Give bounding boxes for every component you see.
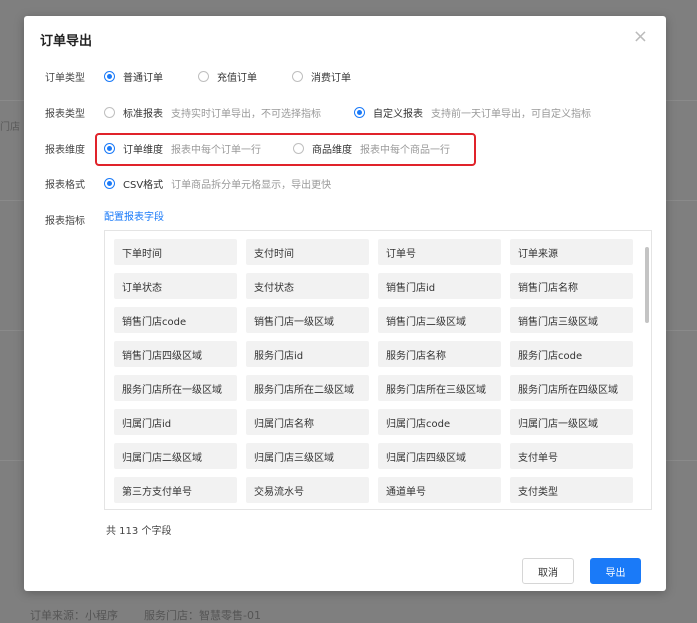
background-order-info: 订单来源：小程序 服务门店：智慧零售-01 bbox=[30, 607, 261, 623]
field-chip: 销售门店code bbox=[114, 307, 237, 333]
report-format-label: 报表格式 bbox=[45, 179, 85, 191]
radio-label: 自定义报表 bbox=[373, 108, 423, 120]
field-chip: 服务门店id bbox=[246, 341, 369, 367]
fields-scrollbar[interactable] bbox=[645, 247, 649, 323]
field-chip: 下单时间 bbox=[114, 239, 237, 265]
field-chip: 归属门店三级区域 bbox=[246, 443, 369, 469]
field-chip: 归属门店名称 bbox=[246, 409, 369, 435]
radio-normal-order[interactable]: 普通订单 bbox=[104, 69, 163, 84]
report-dimension-row: 报表维度 订单维度 报表中每个订单一行 商品维度 报表中每个商品一行 bbox=[24, 138, 666, 158]
radio-hint: 报表中每个商品一行 bbox=[360, 144, 450, 156]
field-chip: 服务门店名称 bbox=[378, 341, 501, 367]
report-dimension-label: 报表维度 bbox=[45, 144, 85, 156]
order-type-label: 订单类型 bbox=[45, 72, 85, 84]
dialog-title: 订单导出 bbox=[40, 34, 93, 49]
report-type-label: 报表类型 bbox=[45, 108, 85, 120]
field-chip: 服务门店所在四级区域 bbox=[510, 375, 633, 401]
radio-label: 普通订单 bbox=[123, 72, 163, 84]
field-chip: 支付单号 bbox=[510, 443, 633, 469]
field-chip: 订单号 bbox=[378, 239, 501, 265]
radio-label: 商品维度 bbox=[312, 144, 352, 156]
radio-unchecked-icon bbox=[293, 142, 304, 154]
fields-list-panel[interactable]: 下单时间 支付时间 订单号 订单来源订单状态 支付状态 销售门店id 销售门店名称销售门店c… bbox=[104, 230, 652, 510]
report-metrics-label: 报表指标 bbox=[45, 215, 85, 227]
field-chip: 订单状态 bbox=[114, 273, 237, 299]
field-chip: 归属门店四级区域 bbox=[378, 443, 501, 469]
radio-label: 充值订单 bbox=[217, 72, 257, 84]
radio-unchecked-icon bbox=[292, 70, 303, 82]
radio-checked-icon bbox=[104, 70, 115, 82]
radio-label: 标准报表 bbox=[123, 108, 163, 120]
total-fields-count: 共 113 个字段 bbox=[106, 526, 172, 537]
field-chip: 服务门店所在二级区域 bbox=[246, 375, 369, 401]
radio-custom-report[interactable]: 自定义报表 支持前一天订单导出，可自定义指标 bbox=[354, 105, 591, 120]
field-chip: 归属门店一级区域 bbox=[510, 409, 633, 435]
report-type-row: 报表类型 标准报表 支持实时订单导出，不可选择指标 自定义报表 支持前一天订单导… bbox=[24, 102, 666, 122]
radio-label: 订单维度 bbox=[123, 144, 163, 156]
radio-unchecked-icon bbox=[198, 70, 209, 82]
field-chip: 销售门店id bbox=[378, 273, 501, 299]
order-export-dialog: 订单导出 × 订单类型 普通订单 充值订单 消费订单 报表类型 标准报表 支持实… bbox=[24, 16, 666, 591]
field-chip: 销售门店名称 bbox=[510, 273, 633, 299]
field-chip: 服务门店所在一级区域 bbox=[114, 375, 237, 401]
radio-standard-report[interactable]: 标准报表 支持实时订单导出，不可选择指标 bbox=[104, 105, 321, 120]
radio-hint: 订单商品拆分单元格显示，导出更快 bbox=[171, 179, 332, 191]
field-chip: 服务门店code bbox=[510, 341, 633, 367]
field-chip: 销售门店一级区域 bbox=[246, 307, 369, 333]
radio-unchecked-icon bbox=[104, 106, 115, 118]
radio-csv-format[interactable]: CSV格式 订单商品拆分单元格显示，导出更快 bbox=[104, 176, 331, 191]
radio-hint: 支持实时订单导出，不可选择指标 bbox=[171, 108, 321, 120]
field-chip: 交易流水号 bbox=[246, 477, 369, 503]
radio-product-dimension[interactable]: 商品维度 报表中每个商品一行 bbox=[293, 141, 450, 156]
configure-fields-link[interactable]: 配置报表字段 bbox=[104, 208, 164, 223]
report-format-row: 报表格式 CSV格式 订单商品拆分单元格显示，导出更快 bbox=[24, 173, 666, 193]
cancel-button[interactable]: 取消 bbox=[522, 558, 574, 584]
field-chip: 支付时间 bbox=[246, 239, 369, 265]
order-type-row: 订单类型 普通订单 充值订单 消费订单 bbox=[24, 66, 666, 86]
radio-order-dimension[interactable]: 订单维度 报表中每个订单一行 bbox=[104, 141, 261, 156]
field-chip: 销售门店二级区域 bbox=[378, 307, 501, 333]
field-chip: 归属门店code bbox=[378, 409, 501, 435]
field-chip: 归属门店id bbox=[114, 409, 237, 435]
field-chip: 销售门店三级区域 bbox=[510, 307, 633, 333]
radio-label: 消费订单 bbox=[311, 72, 351, 84]
radio-label: CSV格式 bbox=[123, 179, 164, 191]
export-button[interactable]: 导出 bbox=[590, 558, 641, 584]
radio-checked-icon bbox=[104, 177, 115, 189]
radio-recharge-order[interactable]: 充值订单 bbox=[198, 69, 257, 84]
field-chip: 订单来源 bbox=[510, 239, 633, 265]
radio-hint: 报表中每个订单一行 bbox=[171, 144, 261, 156]
fields-grid: 下单时间 支付时间 订单号 订单来源订单状态 支付状态 销售门店id 销售门店名称销售门店c… bbox=[114, 239, 634, 503]
radio-checked-icon bbox=[354, 106, 365, 118]
field-chip: 支付类型 bbox=[510, 477, 633, 503]
background-order-source: 订单来源：小程序 bbox=[30, 609, 118, 622]
radio-consume-order[interactable]: 消费订单 bbox=[292, 69, 351, 84]
field-chip: 通道单号 bbox=[378, 477, 501, 503]
radio-hint: 支持前一天订单导出，可自定义指标 bbox=[431, 108, 591, 120]
field-chip: 归属门店二级区域 bbox=[114, 443, 237, 469]
background-service-store: 服务门店：智慧零售-01 bbox=[144, 609, 261, 622]
field-chip: 销售门店四级区域 bbox=[114, 341, 237, 367]
radio-checked-icon bbox=[104, 142, 115, 154]
field-chip: 支付状态 bbox=[246, 273, 369, 299]
field-chip: 第三方支付单号 bbox=[114, 477, 237, 503]
background-store-label: 门店 bbox=[0, 122, 20, 133]
close-icon[interactable]: × bbox=[633, 28, 648, 46]
field-chip: 服务门店所在三级区域 bbox=[378, 375, 501, 401]
